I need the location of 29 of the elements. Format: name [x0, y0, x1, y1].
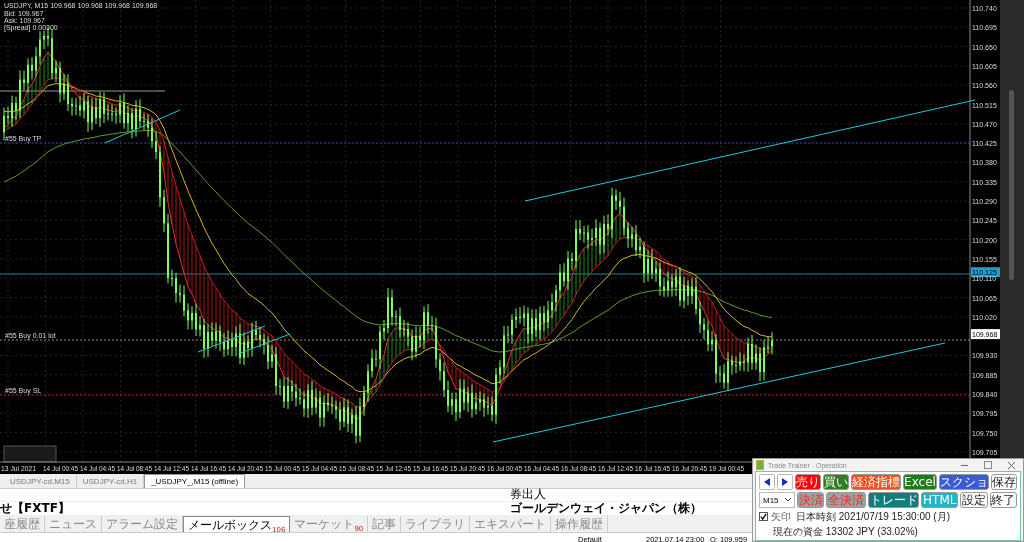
japan-time: 日本時刻 2021/07/19 15:30:00 (月)	[796, 509, 950, 524]
caret-icon	[785, 498, 791, 502]
action-button[interactable]: Excel	[903, 474, 937, 490]
trend-line	[197, 325, 266, 353]
trend-line	[237, 333, 291, 355]
column-header: 券出人	[510, 488, 546, 502]
table-cell: せ【FXTF】	[0, 501, 70, 515]
action-button[interactable]: 終了	[989, 492, 1018, 508]
action-button[interactable]: HTML	[921, 492, 959, 508]
table-cell: ゴールデンウェイ・ジャパン（株）	[510, 501, 702, 515]
action-button[interactable]: 経済指標	[851, 474, 902, 490]
app-icon	[756, 460, 764, 470]
left-triangle-icon	[763, 478, 771, 486]
close-icon[interactable]	[1008, 461, 1015, 469]
action-button[interactable]: 保存	[990, 474, 1017, 490]
balance-text: 現在の資金 13302 JPY (33.02%)	[772, 524, 918, 539]
arrow-checkbox[interactable]	[759, 512, 768, 521]
previous-button[interactable]	[759, 474, 775, 490]
checkbox-label: 矢印	[771, 509, 791, 524]
action-button[interactable]: 買い	[823, 474, 850, 490]
action-button[interactable]: トレード	[867, 492, 920, 508]
timeframe-select[interactable]: M15	[759, 492, 795, 508]
maximize-icon[interactable]	[984, 461, 992, 469]
action-button[interactable]: スクショ	[938, 474, 989, 490]
action-button[interactable]: 売り	[795, 474, 822, 490]
next-button[interactable]	[777, 474, 793, 490]
chart-tab[interactable]: _USDJPY_,M15 (offline)	[144, 474, 246, 488]
right-triangle-icon	[781, 478, 789, 486]
action-button[interactable]: 設定	[960, 492, 988, 508]
